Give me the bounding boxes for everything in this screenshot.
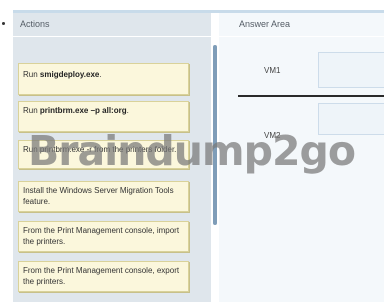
- action-item-suffix: .: [126, 106, 129, 115]
- action-item-prefix: Run: [23, 106, 40, 115]
- actions-header-divider: [13, 36, 211, 37]
- bullet-dot: [2, 22, 5, 25]
- action-item-install-migration-tools[interactable]: Install the Windows Server Migration Too…: [18, 181, 189, 212]
- action-item-command: printbrm.exe –p all:org: [39, 106, 127, 115]
- action-item-export-printers[interactable]: From the Print Management console, expor…: [18, 261, 189, 292]
- action-item-import-printers[interactable]: From the Print Management console, impor…: [18, 221, 189, 252]
- action-item-run-printbrm-r[interactable]: Run printbrm.exe -r from the printers fo…: [18, 140, 189, 169]
- action-item-command: smigdeploy.exe: [39, 70, 100, 79]
- actions-scrollbar[interactable]: [213, 45, 217, 225]
- answer-header-divider: [219, 36, 384, 37]
- action-item-run-printbrm-p[interactable]: Run printbrm.exe –p all:org.: [18, 101, 189, 132]
- vm2-drop-slot[interactable]: [318, 103, 384, 135]
- action-item-prefix: Run: [23, 70, 40, 79]
- action-item-run-smigdeploy[interactable]: Run smigdeploy.exe.: [18, 63, 189, 95]
- action-item-suffix: .: [99, 70, 102, 79]
- vm2-label: VM2: [264, 131, 281, 140]
- action-item-text: Run printbrm.exe -r from the printers fo…: [23, 145, 177, 154]
- vm1-drop-slot[interactable]: [318, 52, 384, 88]
- answer-area-header: Answer Area: [239, 19, 291, 29]
- vm1-label: VM1: [264, 66, 281, 75]
- action-item-text: From the Print Management console, impor…: [23, 226, 180, 246]
- answer-divider: [238, 95, 384, 97]
- actions-header: Actions: [20, 19, 50, 29]
- action-item-text: From the Print Management console, expor…: [23, 266, 180, 286]
- action-item-text: Install the Windows Server Migration Too…: [23, 186, 174, 206]
